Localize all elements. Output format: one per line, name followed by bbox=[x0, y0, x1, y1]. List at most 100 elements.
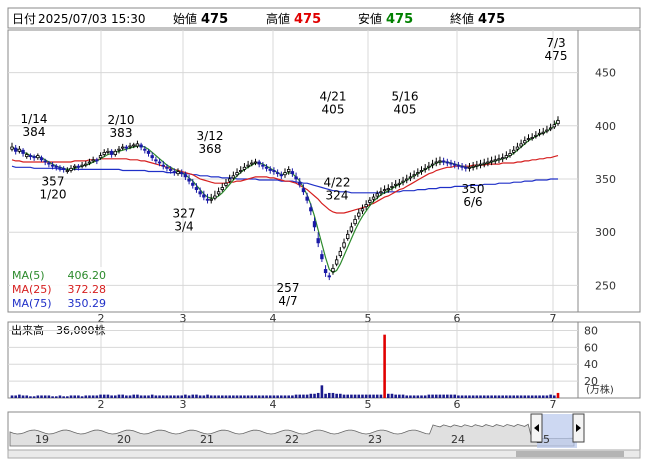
candle-body bbox=[50, 164, 55, 167]
candle-body bbox=[423, 167, 427, 170]
candle-body bbox=[419, 170, 424, 172]
volume-bar bbox=[173, 395, 176, 398]
volume-bar bbox=[446, 394, 449, 398]
candle-body bbox=[120, 146, 125, 149]
candle-body bbox=[427, 165, 431, 168]
volume-bar bbox=[202, 395, 206, 398]
volume-bar bbox=[350, 394, 353, 398]
volume-bar bbox=[538, 395, 541, 398]
candle-body bbox=[146, 150, 151, 154]
candle-body bbox=[32, 156, 36, 159]
candle-body bbox=[172, 171, 177, 173]
volume-bar bbox=[257, 395, 261, 398]
candle-body bbox=[76, 165, 81, 168]
candle-body bbox=[309, 207, 313, 212]
candle-body bbox=[25, 154, 29, 158]
candle-body bbox=[379, 191, 383, 194]
volume-x-tick: 4 bbox=[270, 398, 277, 411]
candle-body bbox=[69, 167, 73, 171]
ma75-legend-value: 350.29 bbox=[68, 297, 107, 310]
candle-body bbox=[475, 164, 479, 167]
candle-body bbox=[401, 180, 405, 183]
ma75-legend-label: MA(75) bbox=[12, 297, 52, 310]
candle-body bbox=[272, 170, 276, 172]
navigator-x-tick: 20 bbox=[117, 433, 131, 446]
candle-body bbox=[10, 146, 14, 150]
candle-body bbox=[87, 161, 92, 164]
candle-body bbox=[460, 165, 464, 168]
volume-bar bbox=[232, 395, 235, 398]
candle-body bbox=[231, 175, 236, 179]
volume-bar bbox=[198, 395, 202, 398]
volume-bar bbox=[239, 395, 243, 398]
candle-body bbox=[393, 183, 398, 186]
volume-bar bbox=[224, 395, 228, 398]
ma25-legend-label: MA(25) bbox=[12, 283, 52, 296]
candle-body bbox=[456, 164, 461, 167]
navigator-right-handle[interactable] bbox=[572, 413, 585, 443]
volume-x-tick: 3 bbox=[180, 398, 187, 411]
price-y-tick: 250 bbox=[595, 279, 616, 292]
candle-body bbox=[512, 149, 516, 153]
volume-bar bbox=[261, 395, 265, 398]
candle-body bbox=[286, 169, 291, 172]
volume-bar bbox=[375, 394, 379, 398]
candle-body bbox=[17, 148, 22, 152]
open-label: 始値 bbox=[173, 11, 197, 26]
volume-bar bbox=[327, 392, 331, 398]
volume-bar bbox=[143, 395, 147, 398]
candle-body bbox=[205, 198, 210, 201]
price-annotation: 5/16405 bbox=[392, 89, 419, 116]
annotation-value: 383 bbox=[110, 126, 133, 140]
candle-body bbox=[467, 166, 472, 169]
candle-body bbox=[65, 170, 70, 172]
volume-bar bbox=[516, 395, 519, 398]
volume-bar bbox=[154, 395, 158, 398]
volume-bar bbox=[449, 394, 453, 398]
navigator-scrollbar-thumb[interactable] bbox=[516, 451, 624, 457]
volume-bar bbox=[125, 395, 128, 398]
candle-body bbox=[390, 186, 394, 188]
volume-bar bbox=[294, 394, 298, 398]
candle-body bbox=[515, 146, 520, 150]
candle-body bbox=[150, 155, 154, 159]
candle-body bbox=[61, 167, 66, 170]
navigator-x-tick: 24 bbox=[451, 433, 465, 446]
candle-body bbox=[279, 174, 284, 177]
volume-bar bbox=[305, 394, 309, 398]
candle-body bbox=[124, 146, 129, 149]
volume-bar bbox=[530, 395, 534, 398]
candle-body bbox=[412, 174, 416, 177]
candle-body bbox=[227, 178, 232, 182]
annotation-value: 357 bbox=[42, 175, 65, 189]
candle-body bbox=[257, 161, 261, 165]
navigator-left-handle[interactable] bbox=[530, 413, 543, 443]
candle-body bbox=[519, 143, 523, 147]
volume-bar bbox=[291, 395, 294, 398]
candle-body bbox=[500, 157, 505, 160]
volume-bar bbox=[302, 394, 305, 398]
candle-body bbox=[375, 193, 379, 197]
candle-body bbox=[320, 254, 324, 260]
candle-body bbox=[54, 165, 58, 168]
volume-bar bbox=[128, 395, 132, 398]
candle-body bbox=[445, 161, 450, 164]
volume-bar bbox=[40, 395, 43, 398]
annotation-date: 6/6 bbox=[463, 195, 482, 209]
volume-bar bbox=[423, 395, 427, 398]
volume-bar bbox=[519, 395, 523, 398]
volume-bar bbox=[357, 394, 361, 398]
volume-bar bbox=[501, 395, 504, 398]
candle-body bbox=[530, 137, 534, 139]
candle-body bbox=[98, 155, 103, 159]
volume-bar bbox=[18, 394, 21, 398]
candle-body bbox=[128, 145, 132, 148]
annotation-date: 2/10 bbox=[108, 113, 135, 127]
candle-body bbox=[312, 221, 317, 228]
candle-body bbox=[139, 144, 143, 148]
candle-body bbox=[109, 150, 114, 155]
candle-body bbox=[202, 194, 206, 198]
volume-bar bbox=[58, 395, 62, 398]
volume-bar bbox=[73, 395, 77, 398]
volume-bar bbox=[217, 395, 220, 398]
